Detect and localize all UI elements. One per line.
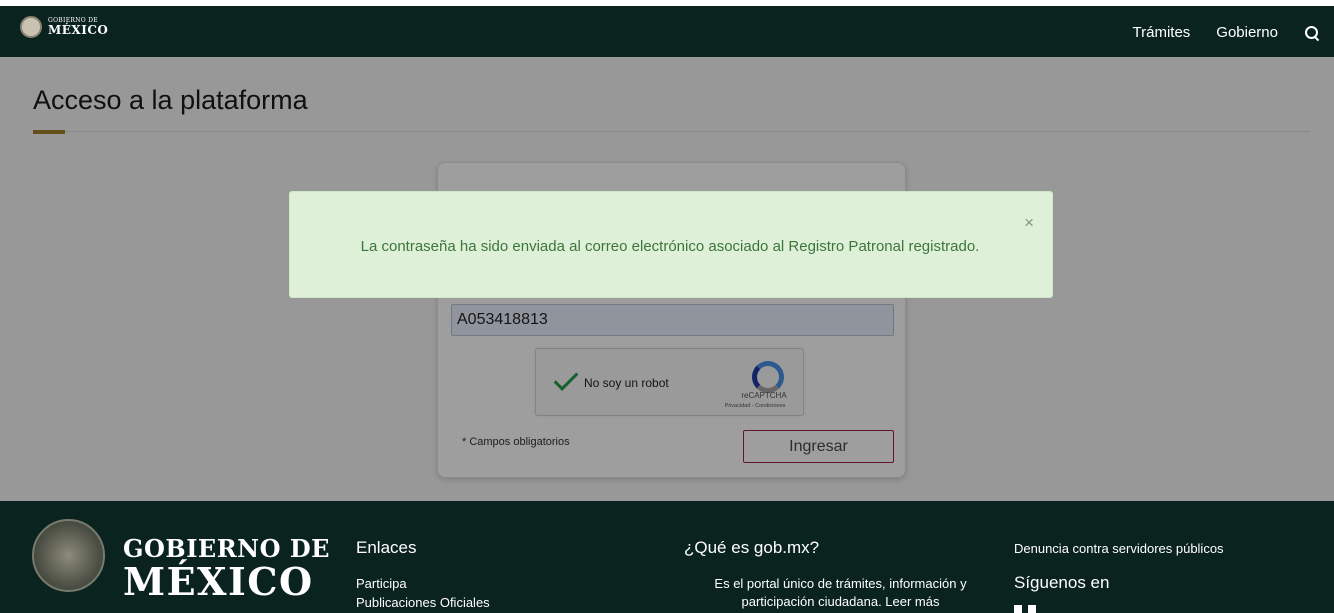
header-logo-text: GOBIERNO DE MÉXICO (48, 18, 109, 37)
header-logo-line2: MÉXICO (48, 23, 109, 37)
success-alert: × La contraseña ha sido enviada al corre… (289, 191, 1053, 298)
footer-link-publicaciones[interactable]: Publicaciones Oficiales (356, 595, 490, 610)
footer-brand-line1: GOBIERNO DE (123, 534, 330, 563)
nav-link-gobierno[interactable]: Gobierno (1216, 24, 1278, 41)
nav-link-tramites[interactable]: Trámites (1133, 24, 1191, 41)
footer-denuncia-link[interactable]: Denuncia contra servidores públicos (1014, 541, 1224, 556)
mexico-coat-of-arms-icon (32, 519, 105, 592)
header-logo[interactable]: GOBIERNO DE MÉXICO (20, 16, 108, 38)
alert-message: La contraseña ha sido enviada al correo … (360, 238, 980, 255)
site-footer: GOBIERNO DE MÉXICO Enlaces Participa Pub… (0, 501, 1334, 613)
footer-follow-title: Síguenos en (1014, 573, 1110, 592)
facebook-icon[interactable] (1014, 605, 1022, 613)
footer-brand-line2: MÉXICO (123, 559, 314, 604)
footer-link-participa[interactable]: Participa (356, 576, 407, 591)
footer-about-text[interactable]: Es el portal único de trámites, informac… (693, 575, 988, 611)
top-navbar: GOBIERNO DE MÉXICO Trámites Gobierno (0, 0, 1334, 57)
twitter-icon[interactable] (1028, 605, 1036, 613)
footer-social-icons (1014, 605, 1036, 613)
close-icon[interactable]: × (1024, 214, 1034, 231)
footer-links-title: Enlaces (356, 538, 417, 557)
search-icon[interactable] (1304, 25, 1320, 41)
mexico-seal-icon (20, 16, 42, 38)
header-nav: Trámites Gobierno (1133, 24, 1321, 41)
footer-brand: GOBIERNO DE MÉXICO (123, 537, 330, 601)
footer-about-title: ¿Qué es gob.mx? (684, 538, 820, 557)
